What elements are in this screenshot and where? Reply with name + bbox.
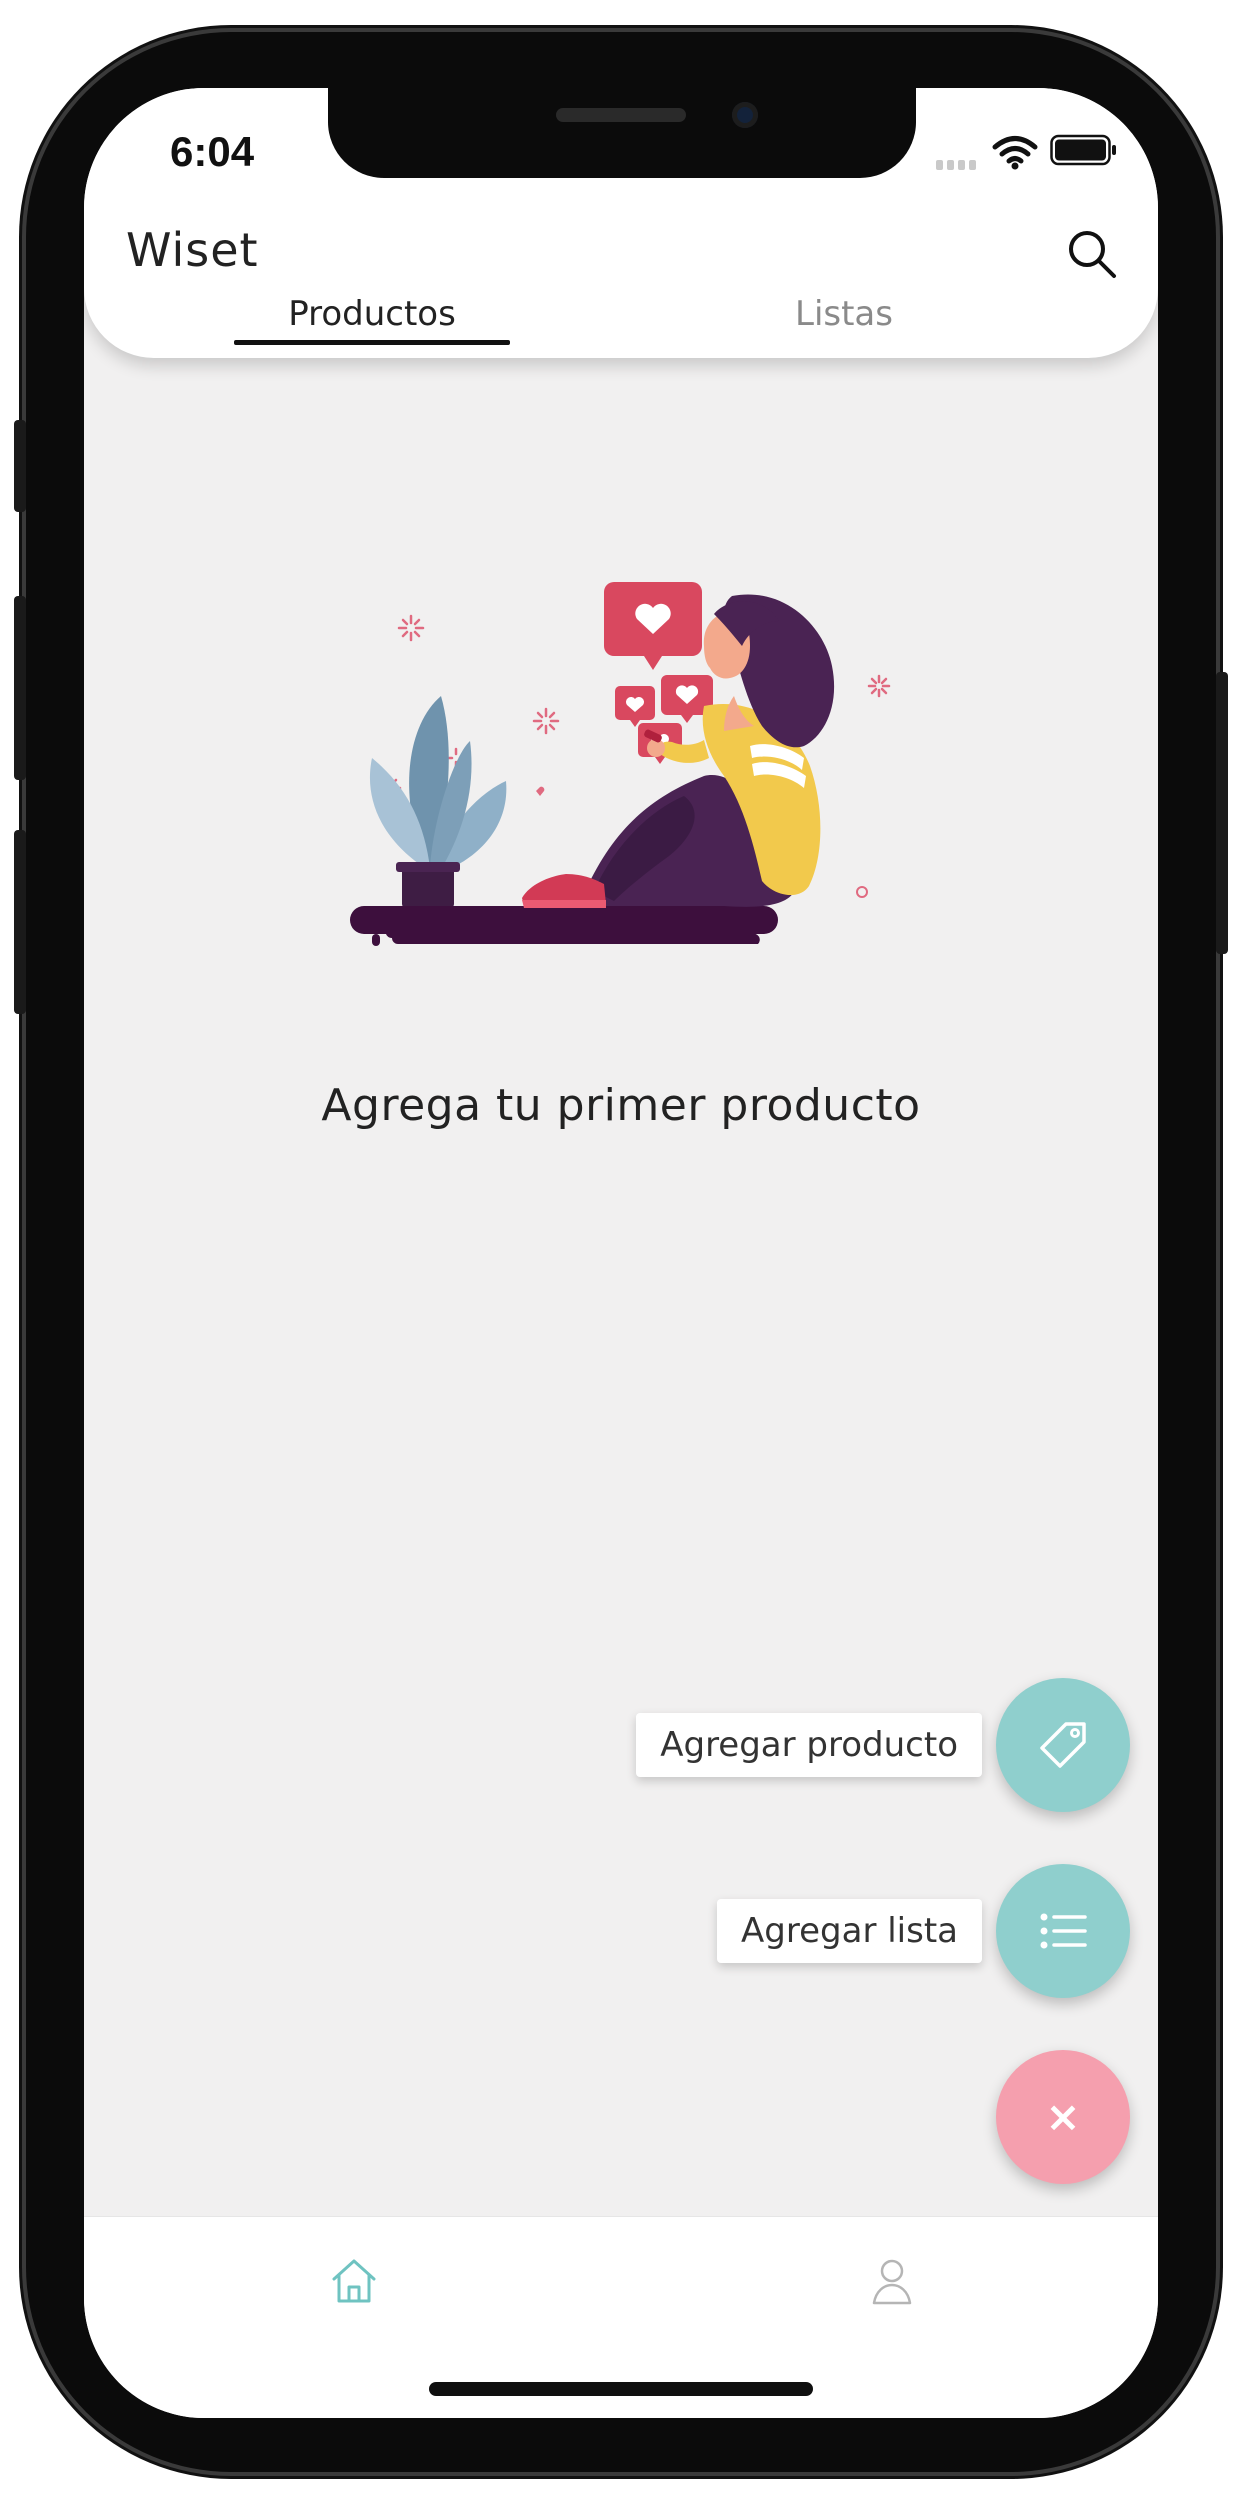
volume-down-button	[14, 830, 26, 1014]
close-icon: ×	[1045, 2092, 1081, 2141]
empty-state-message: Agrega tu primer producto	[321, 1080, 921, 1131]
power-button	[1216, 672, 1228, 954]
tab-productos[interactable]: Productos	[234, 294, 510, 334]
profile-icon[interactable]	[864, 2253, 920, 2309]
app-screen: 6:04 Wiset Productos Listas Agrega tu pr…	[84, 88, 1158, 2418]
status-time: 6:04	[170, 128, 255, 175]
app-title: Wiset	[126, 223, 259, 277]
speaker-grille	[556, 108, 686, 122]
active-tab-indicator	[234, 340, 510, 345]
wifi-icon	[992, 136, 1038, 170]
empty-state-illustration	[350, 582, 891, 946]
front-camera	[732, 102, 758, 128]
home-indicator[interactable]	[429, 2382, 813, 2396]
mute-switch	[14, 420, 26, 512]
battery-icon	[1050, 134, 1116, 166]
tab-listas[interactable]: Listas	[744, 294, 944, 334]
add-list-label[interactable]: Agregar lista	[717, 1899, 982, 1963]
volume-up-button	[14, 596, 26, 780]
home-icon[interactable]	[326, 2253, 382, 2309]
notch	[328, 88, 916, 178]
add-product-label[interactable]: Agregar producto	[636, 1713, 982, 1777]
add-list-button[interactable]	[996, 1864, 1130, 1998]
cellular-signal-icon	[936, 160, 976, 170]
add-product-button[interactable]	[996, 1678, 1130, 1812]
tag-icon	[1040, 1722, 1086, 1768]
close-menu-button[interactable]: ×	[996, 2050, 1130, 2184]
search-icon[interactable]	[1064, 226, 1120, 282]
list-icon	[1040, 1913, 1087, 1949]
